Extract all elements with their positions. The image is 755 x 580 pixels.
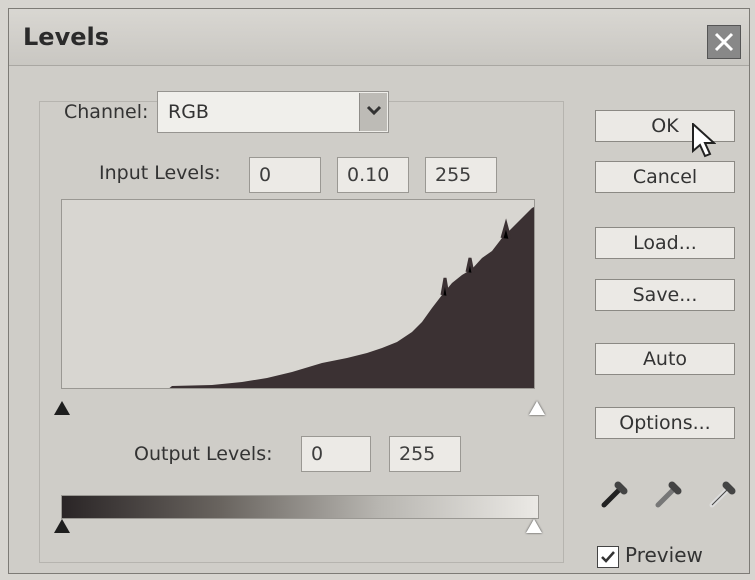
- histogram-graph: [169, 207, 534, 388]
- input-slider-track[interactable]: [54, 401, 545, 419]
- channel-select[interactable]: RGB: [157, 91, 389, 133]
- preview-label: Preview: [625, 543, 703, 567]
- output-levels-label: Output Levels:: [134, 443, 273, 465]
- cancel-button[interactable]: Cancel: [595, 161, 735, 193]
- preview-checkbox[interactable]: [597, 546, 619, 568]
- close-button[interactable]: [707, 25, 741, 59]
- gray-eyedropper-icon[interactable]: [651, 476, 687, 512]
- pointer-cursor-icon: [692, 123, 716, 158]
- histogram-fill: [169, 207, 534, 388]
- load-button[interactable]: Load...: [595, 227, 735, 259]
- input-white-field[interactable]: 255: [425, 157, 497, 193]
- dialog-title: Levels: [23, 23, 110, 51]
- white-eyedropper-icon[interactable]: [705, 476, 741, 512]
- input-white-slider[interactable]: [529, 401, 545, 415]
- chevron-down-icon: [366, 105, 382, 116]
- output-gradient-bar: [61, 495, 539, 519]
- titlebar: Levels: [9, 9, 749, 66]
- histogram: [61, 199, 535, 389]
- options-button[interactable]: Options...: [595, 407, 735, 439]
- output-black-slider[interactable]: [54, 519, 70, 533]
- input-levels-label: Input Levels:: [99, 162, 221, 184]
- input-black-slider[interactable]: [54, 401, 70, 415]
- channel-value: RGB: [168, 101, 209, 123]
- black-eyedropper-icon[interactable]: [597, 476, 633, 512]
- output-white-slider[interactable]: [526, 519, 542, 533]
- auto-button[interactable]: Auto: [595, 343, 735, 375]
- levels-dialog: Levels Channel: RGB Input Levels: 0 0.10…: [8, 8, 750, 574]
- save-button[interactable]: Save...: [595, 279, 735, 311]
- output-black-field[interactable]: 0: [301, 436, 371, 472]
- input-gamma-field[interactable]: 0.10: [337, 157, 409, 193]
- channel-label: Channel:: [64, 101, 149, 123]
- channel-dropdown-button[interactable]: [359, 93, 387, 131]
- checkmark-icon: [601, 551, 615, 563]
- input-black-field[interactable]: 0: [249, 157, 321, 193]
- close-icon: [714, 32, 734, 52]
- output-white-field[interactable]: 255: [389, 436, 461, 472]
